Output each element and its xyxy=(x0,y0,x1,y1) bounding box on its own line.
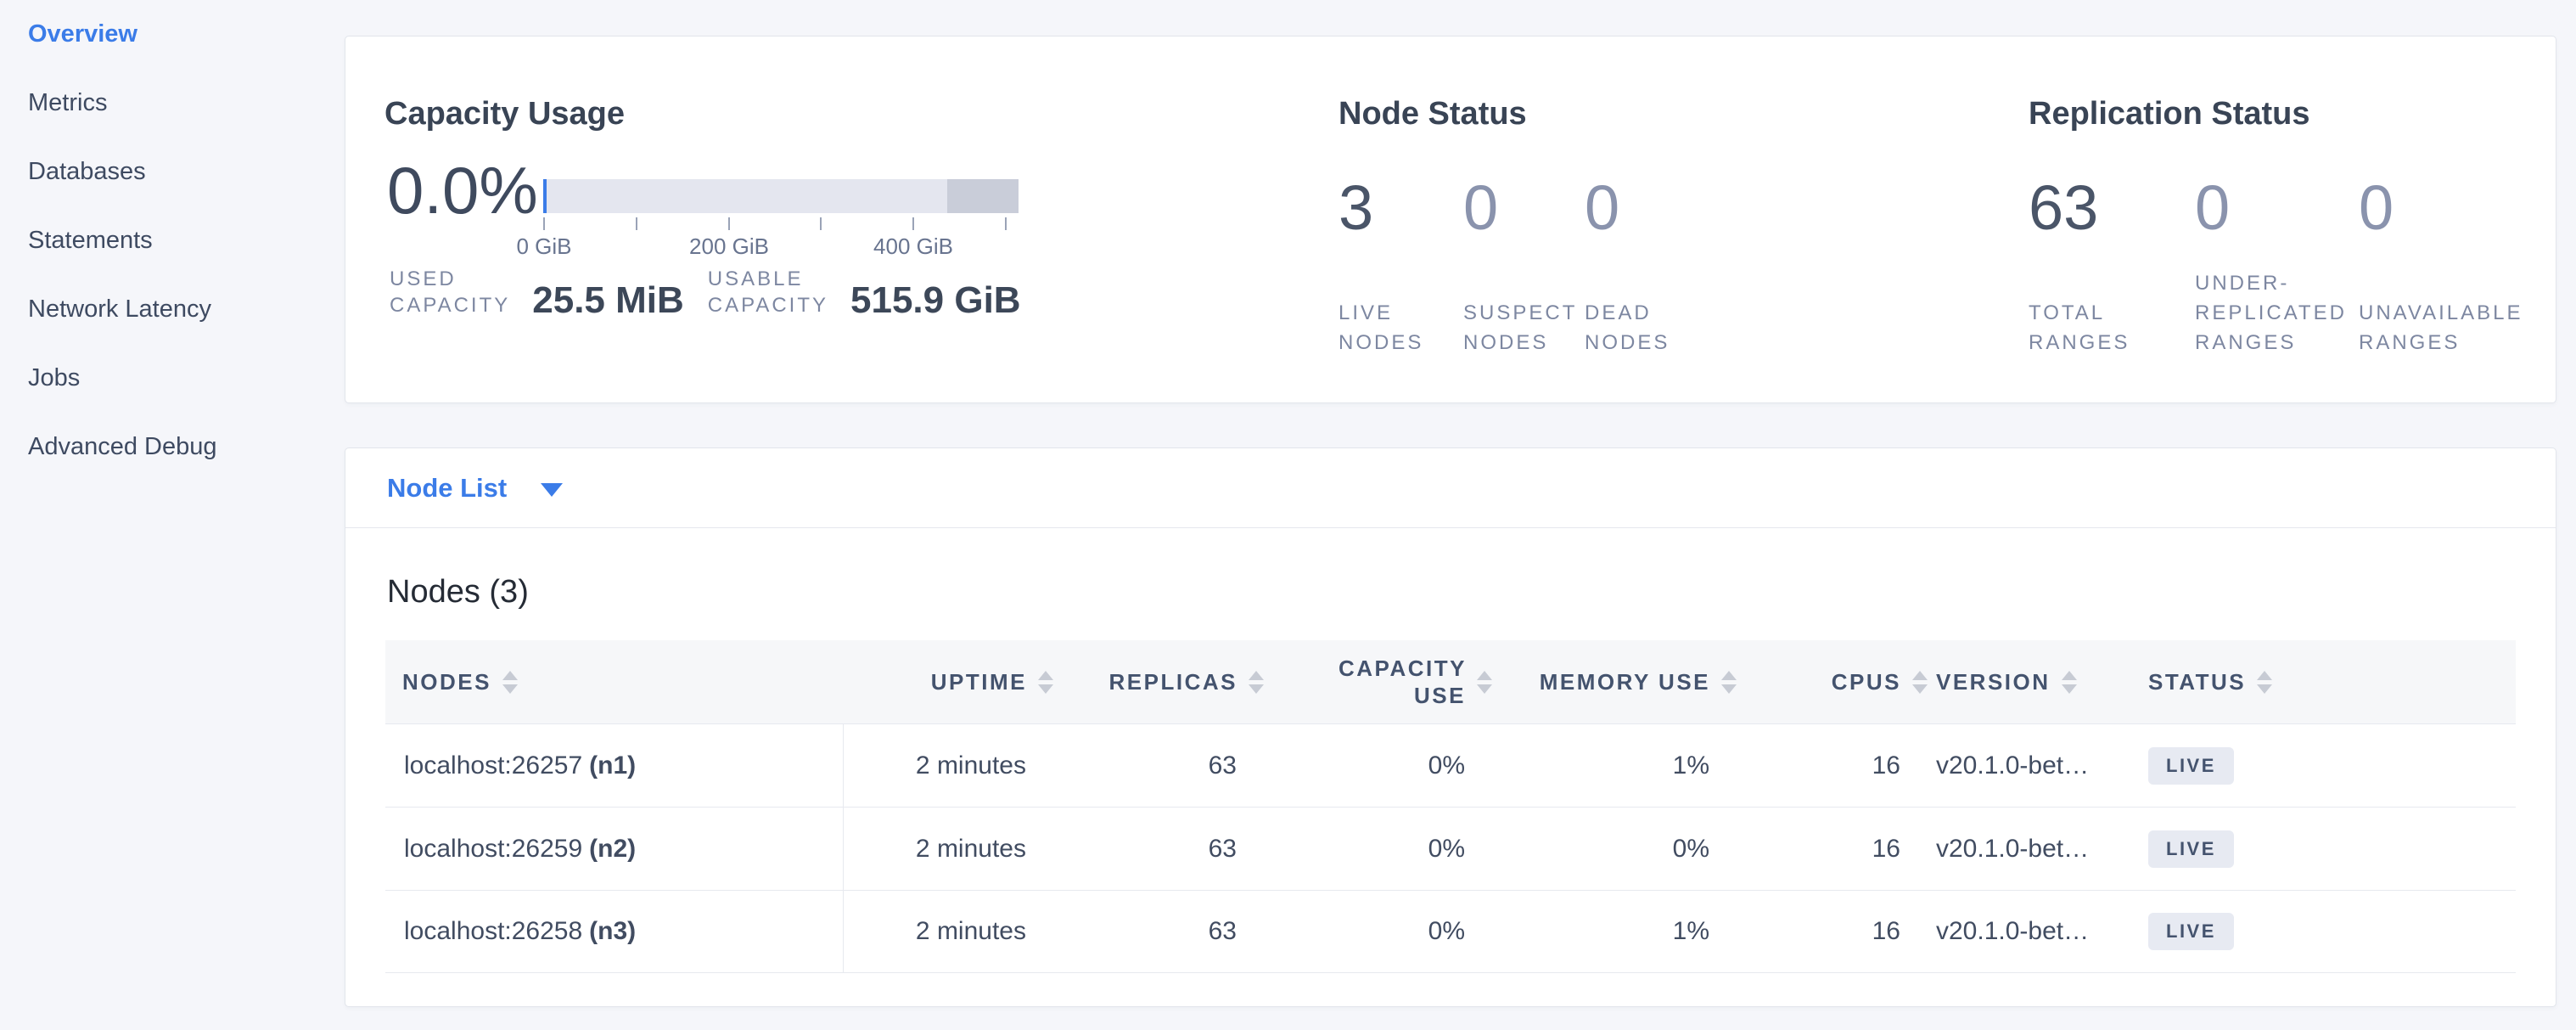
sidebar: Overview Metrics Databases Statements Ne… xyxy=(0,0,345,481)
column-header-version[interactable]: VERSION xyxy=(1928,669,2140,695)
node-status-cell: LIVE xyxy=(2140,830,2516,868)
used-capacity-value: 25.5 MiB xyxy=(532,279,684,322)
capacity-usage-section: Capacity Usage 0.0% 0 GiB 200 GiB 400 Gi… xyxy=(384,37,1344,402)
capacity-gauge: 0 GiB 200 GiB 400 GiB xyxy=(543,179,1019,259)
total-ranges-value: 63 xyxy=(2029,175,2098,241)
table-row-node-3[interactable]: localhost:26258(n3) 2 minutes 63 0% 1% 1… xyxy=(385,890,2516,973)
suspect-nodes-label: SUSPECT NODES xyxy=(1463,298,1577,357)
capacity-usage-title: Capacity Usage xyxy=(384,96,625,132)
under-replicated-ranges-value: 0 xyxy=(2195,175,2230,241)
total-ranges-label: TOTAL RANGES xyxy=(2029,298,2130,357)
usable-capacity-value: 515.9 GiB xyxy=(850,279,1021,322)
column-header-replicas[interactable]: REPLICAS xyxy=(1053,669,1264,695)
sidebar-item-jobs[interactable]: Jobs xyxy=(0,344,345,413)
sort-icon[interactable] xyxy=(2062,671,2077,694)
nodes-table: NODES UPTIME REPLICAS CAPACITY USE MEMOR… xyxy=(385,640,2516,973)
status-badge: LIVE xyxy=(2148,747,2234,785)
node-replicas: 63 xyxy=(1053,751,1264,780)
axis-label-200gib: 200 GiB xyxy=(689,234,769,260)
nodes-table-header: NODES UPTIME REPLICAS CAPACITY USE MEMOR… xyxy=(385,640,2516,723)
node-address: localhost:26257(n1) xyxy=(385,724,844,807)
node-memory-use: 1% xyxy=(1492,751,1737,780)
node-address: localhost:26258(n3) xyxy=(385,891,844,972)
column-header-status[interactable]: STATUS xyxy=(2140,669,2516,695)
table-row-node-1[interactable]: localhost:26257(n1) 2 minutes 63 0% 1% 1… xyxy=(385,723,2516,807)
cluster-summary-card: Capacity Usage 0.0% 0 GiB 200 GiB 400 Gi… xyxy=(345,36,2556,403)
capacity-gauge-track xyxy=(543,179,1019,213)
capacity-gauge-reserved-segment xyxy=(947,179,1019,213)
sort-icon[interactable] xyxy=(2257,671,2272,694)
node-list-dropdown[interactable]: Node List xyxy=(387,473,563,504)
node-uptime: 2 minutes xyxy=(844,917,1053,946)
axis-label-400gib: 400 GiB xyxy=(873,234,953,260)
sort-icon[interactable] xyxy=(502,671,518,694)
used-capacity-stat: USED CAPACITY 25.5 MiB xyxy=(390,266,684,318)
node-uptime: 2 minutes xyxy=(844,835,1053,864)
node-cpus: 16 xyxy=(1737,917,1928,946)
node-memory-use: 1% xyxy=(1492,917,1737,946)
usable-capacity-label: USABLE CAPACITY xyxy=(708,266,828,318)
dead-nodes-label: DEAD NODES xyxy=(1585,298,1670,357)
chevron-down-icon xyxy=(541,483,563,497)
column-header-memory-use[interactable]: MEMORY USE xyxy=(1492,669,1737,695)
sort-icon[interactable] xyxy=(1249,671,1264,694)
axis-label-0gib: 0 GiB xyxy=(516,234,571,260)
column-header-cpus[interactable]: CPUS xyxy=(1737,669,1928,695)
capacity-gauge-ticks xyxy=(543,217,1019,231)
node-capacity-use: 0% xyxy=(1264,835,1492,864)
nodes-count-heading: Nodes (3) xyxy=(387,574,2556,610)
live-nodes-label: LIVE NODES xyxy=(1339,298,1423,357)
column-header-capacity-use[interactable]: CAPACITY USE xyxy=(1264,655,1492,709)
unavailable-ranges-label: UNAVAILABLE RANGES xyxy=(2359,298,2523,357)
sidebar-item-advanced-debug[interactable]: Advanced Debug xyxy=(0,413,345,481)
usable-capacity-stat: USABLE CAPACITY 515.9 GiB xyxy=(708,266,1021,318)
sort-icon[interactable] xyxy=(1912,671,1928,694)
node-status-section: Node Status 3 LIVE NODES 0 SUSPECT NODES… xyxy=(1339,37,1882,402)
capacity-gauge-used-segment xyxy=(543,179,547,213)
node-status-cell: LIVE xyxy=(2140,913,2516,950)
capacity-gauge-axis-labels: 0 GiB 200 GiB 400 GiB xyxy=(543,234,1019,259)
node-capacity-use: 0% xyxy=(1264,917,1492,946)
node-version: v20.1.0-bet… xyxy=(1928,835,2140,864)
node-cpus: 16 xyxy=(1737,835,1928,864)
node-replicas: 63 xyxy=(1053,917,1264,946)
node-version: v20.1.0-bet… xyxy=(1928,751,2140,780)
sort-icon[interactable] xyxy=(1477,671,1492,694)
table-row-node-2[interactable]: localhost:26259(n2) 2 minutes 63 0% 0% 1… xyxy=(385,807,2516,890)
column-header-uptime[interactable]: UPTIME xyxy=(844,669,1053,695)
sidebar-item-network-latency[interactable]: Network Latency xyxy=(0,275,345,344)
live-nodes-value: 3 xyxy=(1339,175,1373,241)
under-replicated-ranges-label: UNDER- REPLICATED RANGES xyxy=(2195,268,2347,357)
node-replicas: 63 xyxy=(1053,835,1264,864)
suspect-nodes-value: 0 xyxy=(1463,175,1498,241)
sort-icon[interactable] xyxy=(1721,671,1737,694)
unavailable-ranges-value: 0 xyxy=(2359,175,2394,241)
column-header-nodes[interactable]: NODES xyxy=(385,669,844,695)
used-capacity-label: USED CAPACITY xyxy=(390,266,510,318)
capacity-percent-value: 0.0% xyxy=(387,155,538,225)
dead-nodes-value: 0 xyxy=(1585,175,1619,241)
sort-icon[interactable] xyxy=(1038,671,1053,694)
sidebar-item-metrics[interactable]: Metrics xyxy=(0,69,345,138)
node-list-dropdown-label: Node List xyxy=(387,473,507,504)
node-status-cell: LIVE xyxy=(2140,747,2516,785)
replication-status-section: Replication Status 63 TOTAL RANGES 0 UND… xyxy=(2029,37,2555,402)
node-address: localhost:26259(n2) xyxy=(385,808,844,890)
sidebar-item-overview[interactable]: Overview xyxy=(0,0,345,69)
status-badge: LIVE xyxy=(2148,913,2234,950)
node-capacity-use: 0% xyxy=(1264,751,1492,780)
node-memory-use: 0% xyxy=(1492,835,1737,864)
capacity-stats: USED CAPACITY 25.5 MiB USABLE CAPACITY 5… xyxy=(390,266,1021,318)
sidebar-item-statements[interactable]: Statements xyxy=(0,206,345,275)
view-selector-row: Node List xyxy=(345,448,2556,528)
node-cpus: 16 xyxy=(1737,751,1928,780)
node-version: v20.1.0-bet… xyxy=(1928,917,2140,946)
node-uptime: 2 minutes xyxy=(844,751,1053,780)
sidebar-item-databases[interactable]: Databases xyxy=(0,138,345,206)
node-list-card: Node List Nodes (3) NODES UPTIME REPLICA… xyxy=(345,447,2556,1007)
status-badge: LIVE xyxy=(2148,830,2234,868)
